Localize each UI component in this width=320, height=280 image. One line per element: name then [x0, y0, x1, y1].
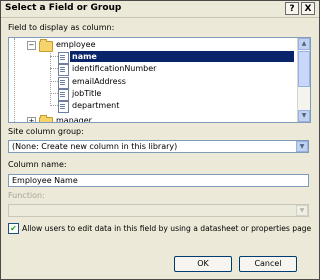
cancel-button[interactable]: Cancel [239, 256, 297, 272]
tree-node-field[interactable]: jobTitle [9, 88, 297, 101]
scroll-up-arrow-icon[interactable]: ▲ [298, 38, 310, 50]
title-bar: Select a Field or Group ? X [1, 1, 319, 18]
chevron-down-icon: ▼ [296, 205, 308, 216]
field-list-label: Field to display as column: [8, 23, 115, 32]
function-label: Function: [8, 191, 45, 200]
tree-node-label: jobTitle [72, 89, 102, 98]
tree-node-field[interactable]: department [9, 100, 297, 113]
tree-node-label-selected: name [70, 51, 294, 62]
tree-node-label: identificationNumber [72, 64, 157, 73]
field-icon [58, 64, 69, 76]
tree-node-label: department [72, 101, 120, 110]
ok-button[interactable]: OK [174, 256, 232, 272]
site-column-group-value: (None: Create new column in this library… [12, 142, 178, 151]
tree-node-label: emailAddress [72, 77, 126, 86]
column-name-label: Column name: [8, 160, 67, 169]
chevron-down-icon[interactable]: ▼ [296, 141, 308, 152]
close-button[interactable]: X [301, 2, 315, 15]
scroll-thumb[interactable] [298, 51, 310, 87]
help-button[interactable]: ? [285, 2, 299, 15]
site-column-group-label: Site column group: [8, 127, 84, 136]
dialog-title: Select a Field or Group [5, 3, 122, 13]
tree-node-label: manager [56, 116, 92, 123]
allow-edit-checkbox[interactable]: ✔ [8, 223, 19, 234]
tree-node-field[interactable]: name [9, 51, 297, 64]
field-tree[interactable]: − employee name identificationNumber ema… [8, 37, 311, 123]
tree-node-field[interactable]: identificationNumber [9, 63, 297, 76]
column-name-input[interactable]: Employee Name [8, 174, 309, 187]
column-name-value: Employee Name [12, 176, 78, 185]
collapse-toggle-icon[interactable]: − [27, 41, 36, 50]
field-icon [58, 101, 69, 113]
select-field-dialog: Select a Field or Group ? X Field to dis… [0, 0, 320, 280]
tree-node-manager[interactable]: + manager [9, 115, 297, 123]
tree-node-label: employee [56, 40, 96, 49]
scroll-down-arrow-icon[interactable]: ▼ [298, 110, 310, 122]
tree-node-field[interactable]: emailAddress [9, 76, 297, 89]
folder-icon [39, 115, 53, 122]
allow-edit-label: Allow users to edit data in this field b… [22, 224, 312, 233]
site-column-group-select[interactable]: (None: Create new column in this library… [8, 140, 309, 153]
tree-vertical-scrollbar[interactable]: ▲ ▼ [297, 38, 310, 122]
function-select: ▼ [8, 204, 309, 217]
tree-node-employee[interactable]: − employee [9, 39, 297, 52]
expand-toggle-icon[interactable]: + [27, 117, 36, 122]
